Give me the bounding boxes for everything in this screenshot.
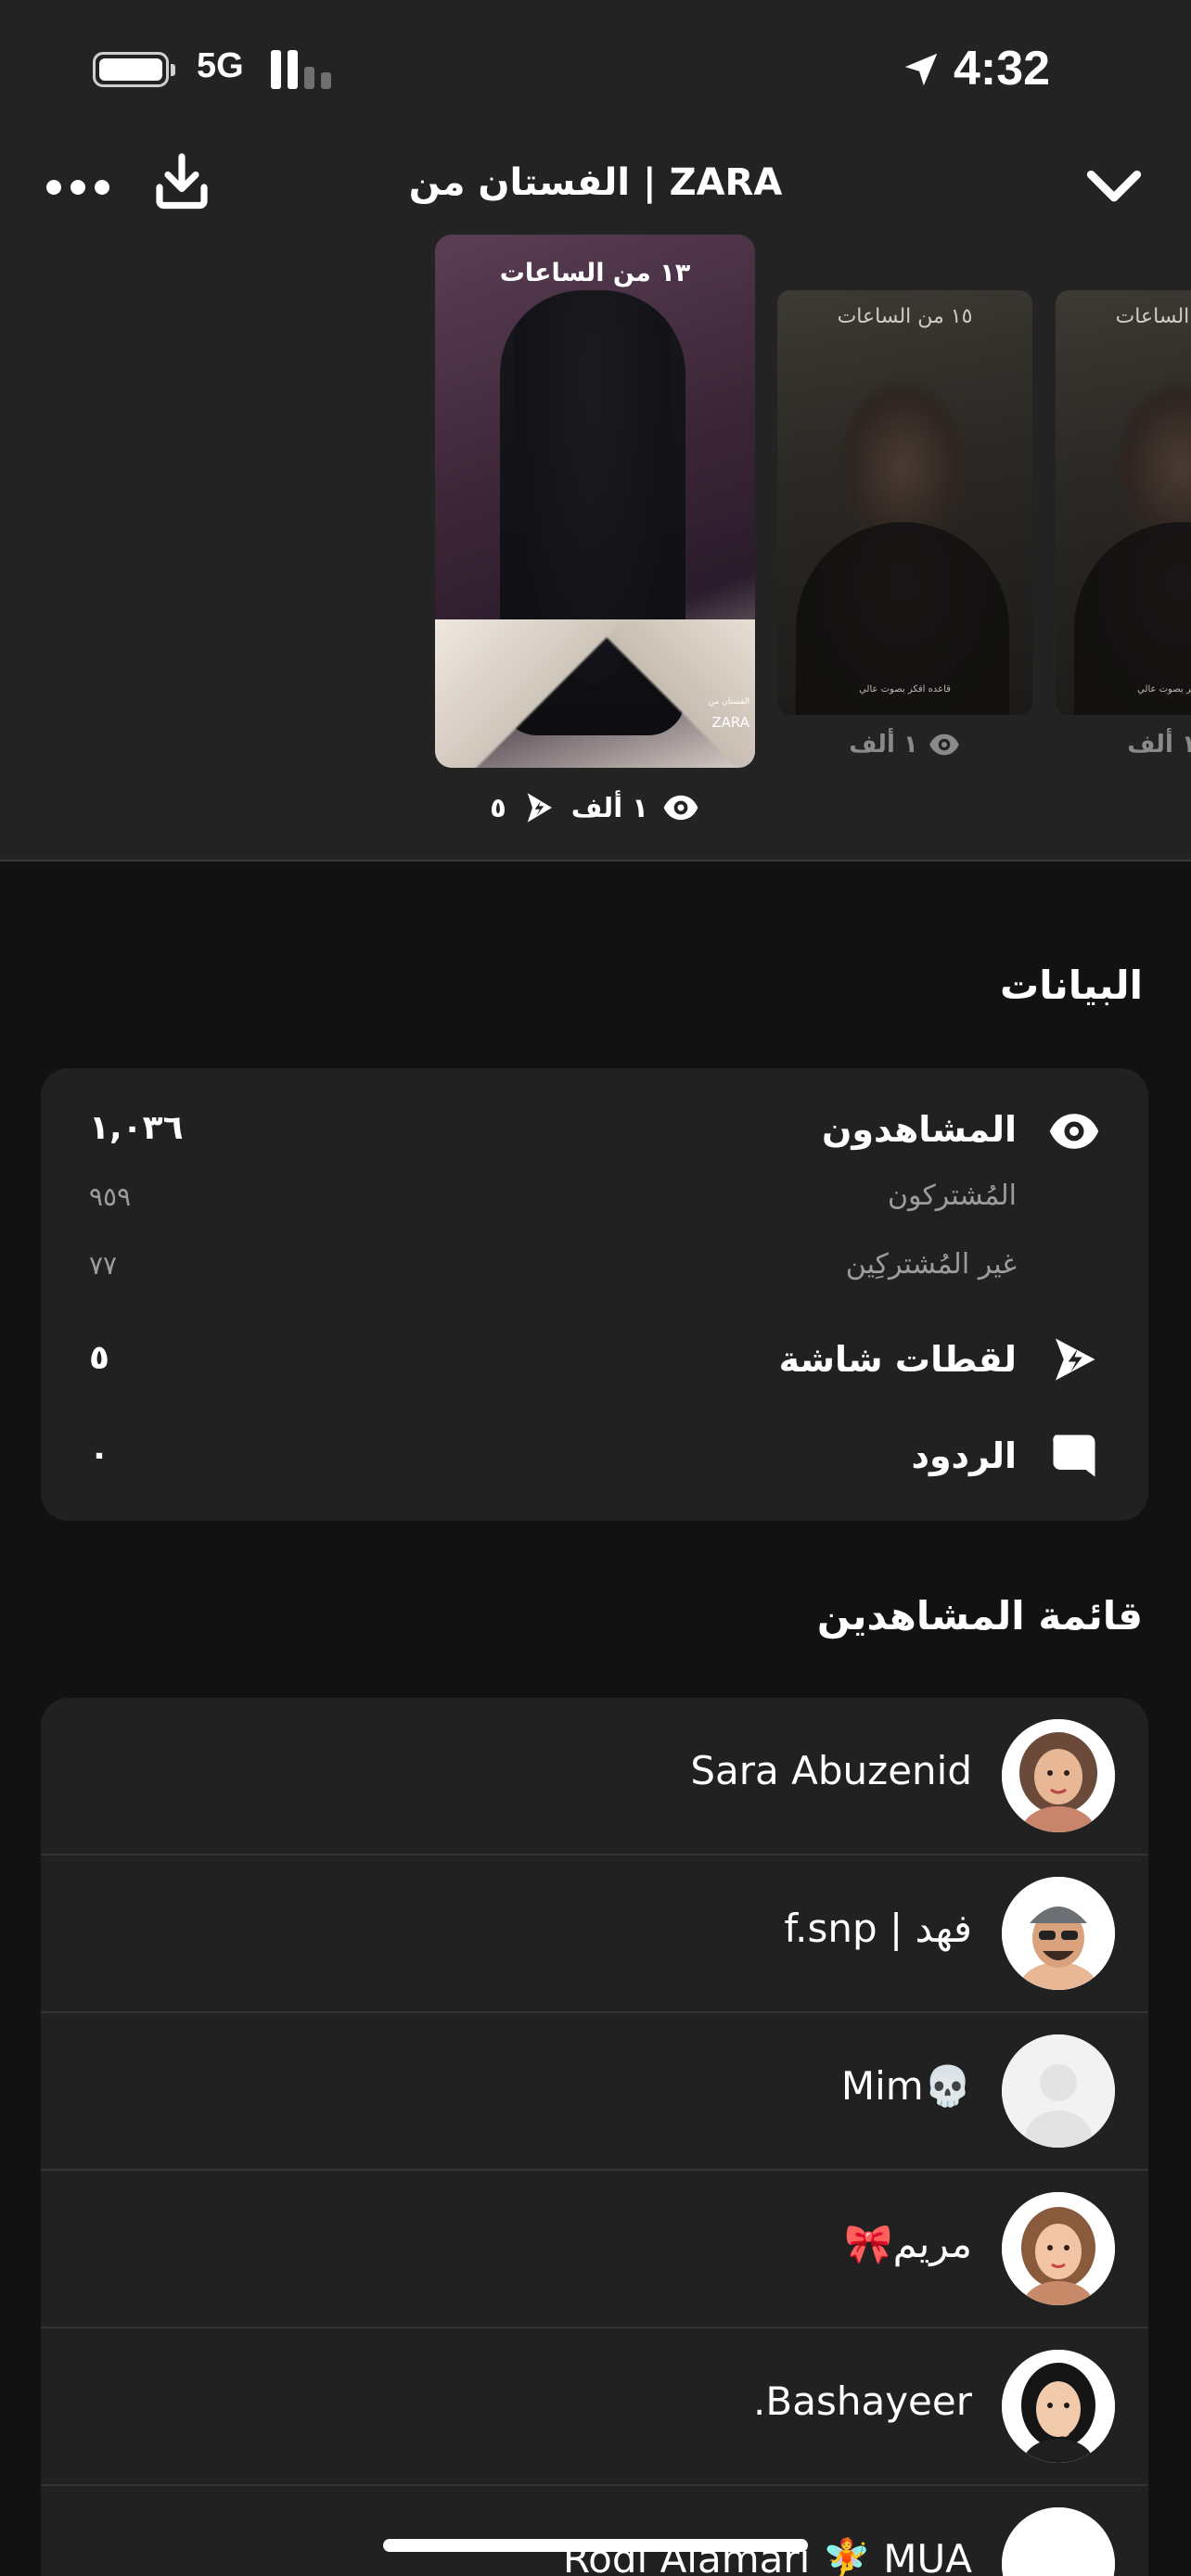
chat-bubble-icon xyxy=(1053,1435,1095,1477)
insights-card: المشاهدون ١,٠٣٦ المُشتركون ٩٥٩ غير المُش… xyxy=(41,1068,1148,1521)
screenshots-value: ٥ xyxy=(89,1339,109,1377)
avatar xyxy=(1002,2192,1115,2305)
replies-label: الردود xyxy=(911,1435,1017,1476)
screenshot-icon xyxy=(527,793,552,823)
story-overlay-text: الفستان من xyxy=(708,697,749,707)
chevron-down-icon[interactable] xyxy=(1083,165,1145,210)
story-preview-panel: 5G 4:32 الفستان من | ZARA ١٣ من الساعات … xyxy=(0,0,1191,861)
story-insights-screen: 5G 4:32 الفستان من | ZARA ١٣ من الساعات … xyxy=(0,0,1191,2576)
subscribers-label: المُشتركون xyxy=(888,1180,1017,1212)
viewer-row[interactable]: Bashayeer. xyxy=(41,2328,1148,2486)
viewer-row[interactable]: مريم🎀 xyxy=(41,2171,1148,2328)
network-type: 5G xyxy=(197,46,244,85)
status-bar: 5G 4:32 xyxy=(0,0,1191,139)
screenshot-icon xyxy=(1056,1338,1095,1381)
story-thumbnail[interactable]: ١٥ من الساعات قاعده افكر بصوت عالي xyxy=(777,290,1032,715)
non-subscribers-row: غير المُشتركِين ٧٧ xyxy=(41,1230,1148,1298)
subscribers-row: المُشتركون ٩٥٩ xyxy=(41,1161,1148,1230)
non-subscribers-value: ٧٧ xyxy=(89,1250,118,1281)
story-screenshots-count: ٥ xyxy=(490,792,506,823)
replies-value: ٠ xyxy=(89,1435,109,1473)
bitmoji-avatar-icon xyxy=(1002,2350,1115,2463)
bitmoji-avatar-icon xyxy=(1002,1877,1115,1990)
eye-icon xyxy=(929,733,959,756)
story-time-caption: ١٥ من الساعات xyxy=(1115,305,1191,328)
story-stats: ١ ألف xyxy=(1056,726,1191,763)
viewer-name: Bashayeer. xyxy=(753,2378,972,2424)
story-thumbnail[interactable]: ١٥ من الساعات قاعده افكر بصوت عالي xyxy=(1056,290,1191,715)
viewer-name: مريم🎀 xyxy=(844,2221,972,2266)
home-indicator[interactable] xyxy=(383,2539,808,2552)
avatar xyxy=(1002,1877,1115,1990)
story-overlay-text: قاعده افكر بصوت عالي xyxy=(859,684,951,695)
story-views-count: ١ ألف xyxy=(570,792,648,823)
viewer-name: 💀Mim xyxy=(840,2063,972,2109)
insights-heading: البيانات xyxy=(1000,963,1143,1008)
story-overlay-brand: ZARA xyxy=(711,714,749,731)
viewers-row[interactable]: المشاهدون ١,٠٣٦ xyxy=(41,1068,1148,1161)
non-subscribers-label: غير المُشتركِين xyxy=(845,1248,1017,1281)
avatar xyxy=(1002,2507,1115,2576)
download-icon[interactable] xyxy=(148,148,215,215)
viewer-name: فهد | f.snp xyxy=(784,1906,972,1951)
story-views-count: ١ ألف xyxy=(849,731,918,759)
bitmoji-avatar-icon xyxy=(1002,2507,1115,2576)
avatar xyxy=(1002,2034,1115,2148)
bitmoji-avatar-icon xyxy=(1002,1719,1115,1832)
replies-row[interactable]: الردود ٠ xyxy=(41,1402,1148,1504)
eye-icon xyxy=(1049,1114,1099,1149)
location-arrow-icon xyxy=(904,53,938,86)
subscribers-value: ٩٥٩ xyxy=(89,1181,132,1212)
viewer-row[interactable]: Sara Abuzenid xyxy=(41,1698,1148,1855)
more-options-icon[interactable] xyxy=(46,178,111,197)
story-title: الفستان من | ZARA xyxy=(408,161,783,204)
story-time-caption: ١٣ من الساعات xyxy=(499,259,691,287)
viewer-name: Sara Abuzenid xyxy=(690,1748,972,1793)
story-views-count: ١ ألف xyxy=(1127,731,1191,759)
screenshots-label: لقطات شاشة xyxy=(778,1339,1017,1380)
story-photo-floor xyxy=(435,619,755,768)
viewers-value: ١,٠٣٦ xyxy=(89,1109,184,1147)
signal-strength-icon xyxy=(271,50,338,89)
story-overlay-text: قاعده افكر بصوت عالي xyxy=(1137,684,1191,695)
eye-icon xyxy=(663,795,698,821)
viewer-row[interactable]: فهد | f.snp xyxy=(41,1855,1148,2013)
viewers-list-heading: قائمة المشاهدين xyxy=(816,1593,1143,1639)
battery-icon xyxy=(93,52,175,87)
status-time: 4:32 xyxy=(954,42,1051,96)
default-avatar-icon xyxy=(1002,2034,1115,2148)
story-header: الفستان من | ZARA xyxy=(0,139,1191,232)
screenshots-row[interactable]: لقطات شاشة ٥ xyxy=(41,1300,1148,1402)
story-time-caption: ١٥ من الساعات xyxy=(837,305,973,328)
avatar xyxy=(1002,1719,1115,1832)
viewer-row[interactable]: 💀Mim xyxy=(41,2013,1148,2171)
story-thumbnail-selected[interactable]: ١٣ من الساعات الفستان من ZARA xyxy=(435,235,755,768)
story-stats: ١ ألف xyxy=(777,726,1032,763)
bitmoji-avatar-icon xyxy=(1002,2192,1115,2305)
story-stats: ١ ألف ٥ xyxy=(435,786,755,829)
viewer-row[interactable]: Rodi Alamari 🧚 MUA xyxy=(41,2486,1148,2576)
avatar xyxy=(1002,2350,1115,2463)
viewers-list: Sara Abuzenid فهد | f.snp 💀Mim مريم🎀 Bas… xyxy=(41,1698,1148,2576)
viewers-label: المشاهدون xyxy=(821,1109,1017,1150)
